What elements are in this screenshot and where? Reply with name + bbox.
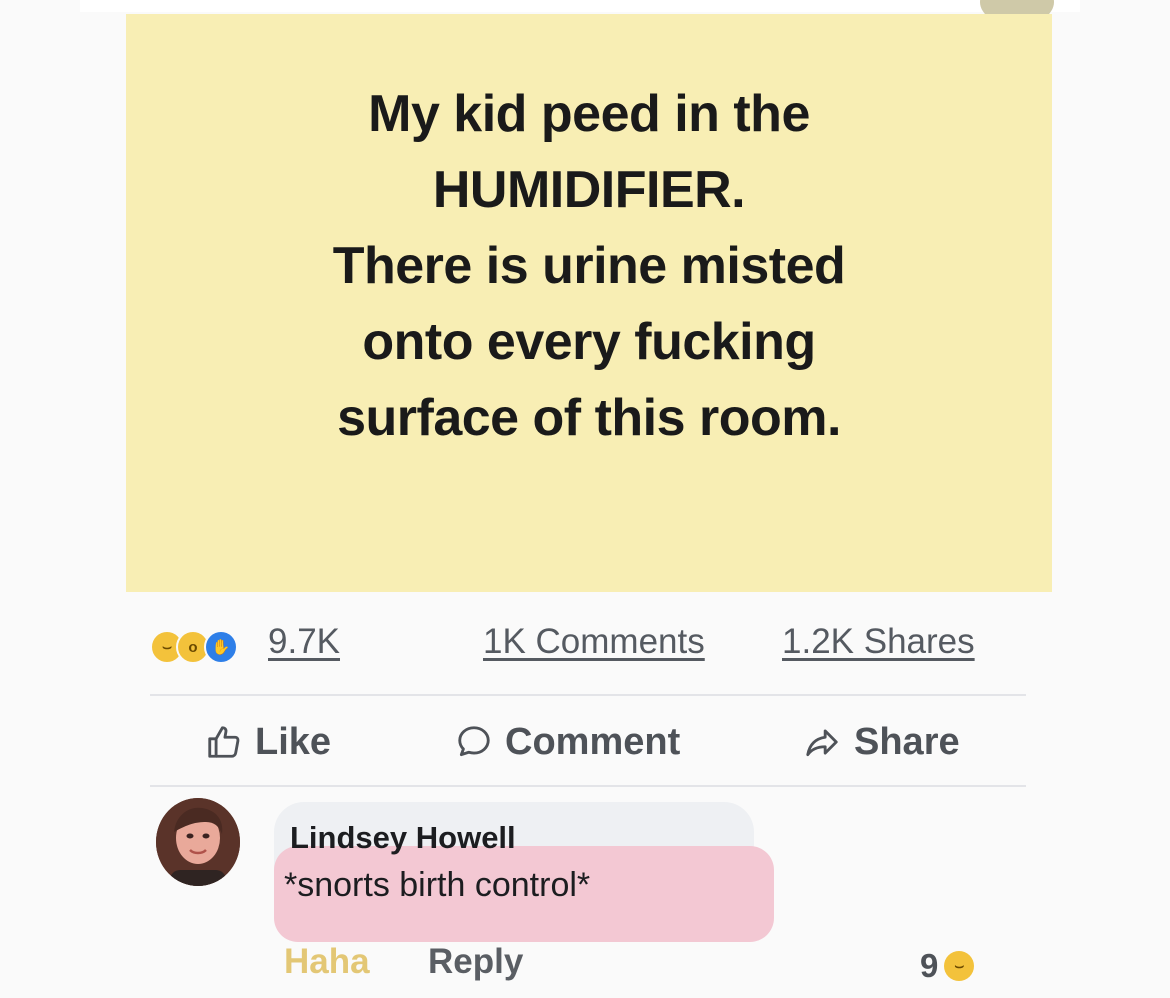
haha-icon: ⌣ [944, 951, 975, 981]
share-arrow-icon [806, 729, 838, 757]
comment-reaction-count[interactable]: 9 ⌣ [920, 946, 975, 986]
divider [150, 694, 1026, 696]
share-button[interactable]: Share [802, 716, 960, 768]
shares-count-link[interactable]: 1.2K Shares [782, 622, 975, 662]
post-stats: ⌣ o ✋ 9.7K 1K Comments 1.2K Shares [150, 618, 1028, 668]
reaction-icons[interactable]: ⌣ o ✋ [150, 626, 262, 664]
comment-button[interactable]: Comment [455, 716, 680, 768]
post-text-line: My kid peed in the [368, 85, 810, 143]
post-text-line: onto every fucking [362, 313, 816, 371]
comment-reaction-number: 9 [920, 947, 939, 984]
like-label: Like [255, 720, 332, 763]
reaction-count-link[interactable]: 9.7K [268, 622, 340, 662]
post-text-line: There is urine misted [332, 237, 846, 295]
avatar-image [156, 798, 240, 886]
post-text-line: HUMIDIFIER. [432, 161, 746, 219]
haha-reaction-link[interactable]: Haha [284, 942, 370, 982]
top-edge [80, 0, 1080, 12]
share-label: Share [854, 720, 960, 763]
post-text: My kid peed in the HUMIDIFIER. There is … [126, 76, 1052, 456]
comment-text: *snorts birth control* [284, 866, 591, 904]
thumbs-up-icon [208, 726, 240, 758]
divider [150, 785, 1026, 787]
comment-label: Comment [505, 720, 681, 763]
avatar[interactable] [156, 798, 240, 886]
comments-count-link[interactable]: 1K Comments [483, 622, 705, 662]
post-card: My kid peed in the HUMIDIFIER. There is … [126, 14, 1052, 592]
like-icon: ✋ [204, 630, 238, 664]
comment-author[interactable]: Lindsey Howell [290, 820, 516, 856]
reply-link[interactable]: Reply [428, 942, 523, 982]
post-text-line: surface of this room. [337, 389, 841, 447]
comment-bubble-icon [458, 726, 490, 757]
like-button[interactable]: Like [205, 716, 331, 768]
